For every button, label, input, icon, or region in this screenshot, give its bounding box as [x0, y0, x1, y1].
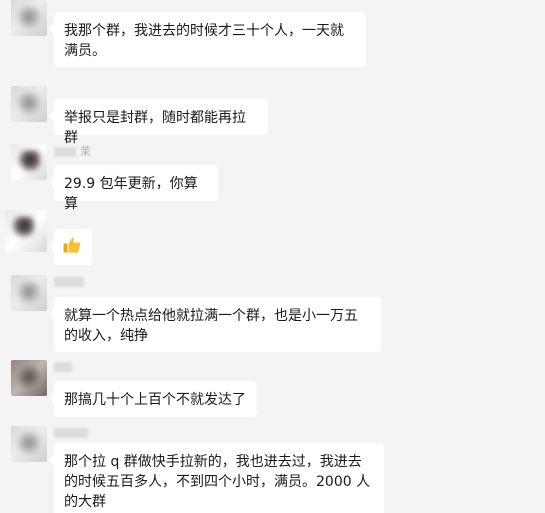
message-bubble[interactable]: 就算一个热点给他就拉满一个群，也是小一万五的收入，纯挣	[49, 297, 381, 352]
sender-name	[54, 360, 76, 374]
sender-name	[54, 275, 88, 289]
message-bubble[interactable]: 那个拉 q 群做快手拉新的，我也进去过，我进去的时候五百多人，不到四个小时，满员…	[49, 443, 384, 513]
message-bubble[interactable]: 我那个群，我进去的时候才三十个人，一天就满员。	[49, 12, 366, 67]
sender-name: 茉	[54, 145, 91, 159]
message-bubble[interactable]: 29.9 包年更新，你算算	[49, 165, 218, 212]
avatar[interactable]	[11, 144, 47, 180]
avatar[interactable]	[5, 210, 47, 252]
chat-message-list: 我那个群，我进去的时候才三十个人，一天就满员。 举报只是封群，随时都能再拉群 茉…	[0, 0, 545, 513]
message-bubble[interactable]	[49, 229, 92, 265]
message-text: 我那个群，我进去的时候才三十个人，一天就满员。	[64, 23, 344, 59]
message-bubble[interactable]: 那搞几十个上百个不就发达了	[49, 381, 257, 417]
avatar[interactable]	[11, 360, 47, 396]
message-text: 举报只是封群，随时都能再拉群	[64, 110, 246, 146]
message-text: 那搞几十个上百个不就发达了	[64, 392, 246, 408]
sender-name-text: 茉	[80, 145, 91, 158]
avatar[interactable]	[11, 86, 47, 122]
message-text: 就算一个热点给他就拉满一个群，也是小一万五的收入，纯挣	[64, 308, 358, 344]
avatar[interactable]	[11, 426, 47, 462]
avatar[interactable]	[11, 275, 47, 311]
avatar[interactable]	[11, 0, 47, 36]
message-bubble[interactable]: 举报只是封群，随时都能再拉群	[49, 99, 268, 146]
sender-name	[54, 426, 92, 440]
message-text: 29.9 包年更新，你算算	[64, 176, 198, 212]
thumbs-up-icon	[62, 235, 84, 257]
message-text: 那个拉 q 群做快手拉新的，我也进去过，我进去的时候五百多人，不到四个小时，满员…	[64, 454, 371, 510]
